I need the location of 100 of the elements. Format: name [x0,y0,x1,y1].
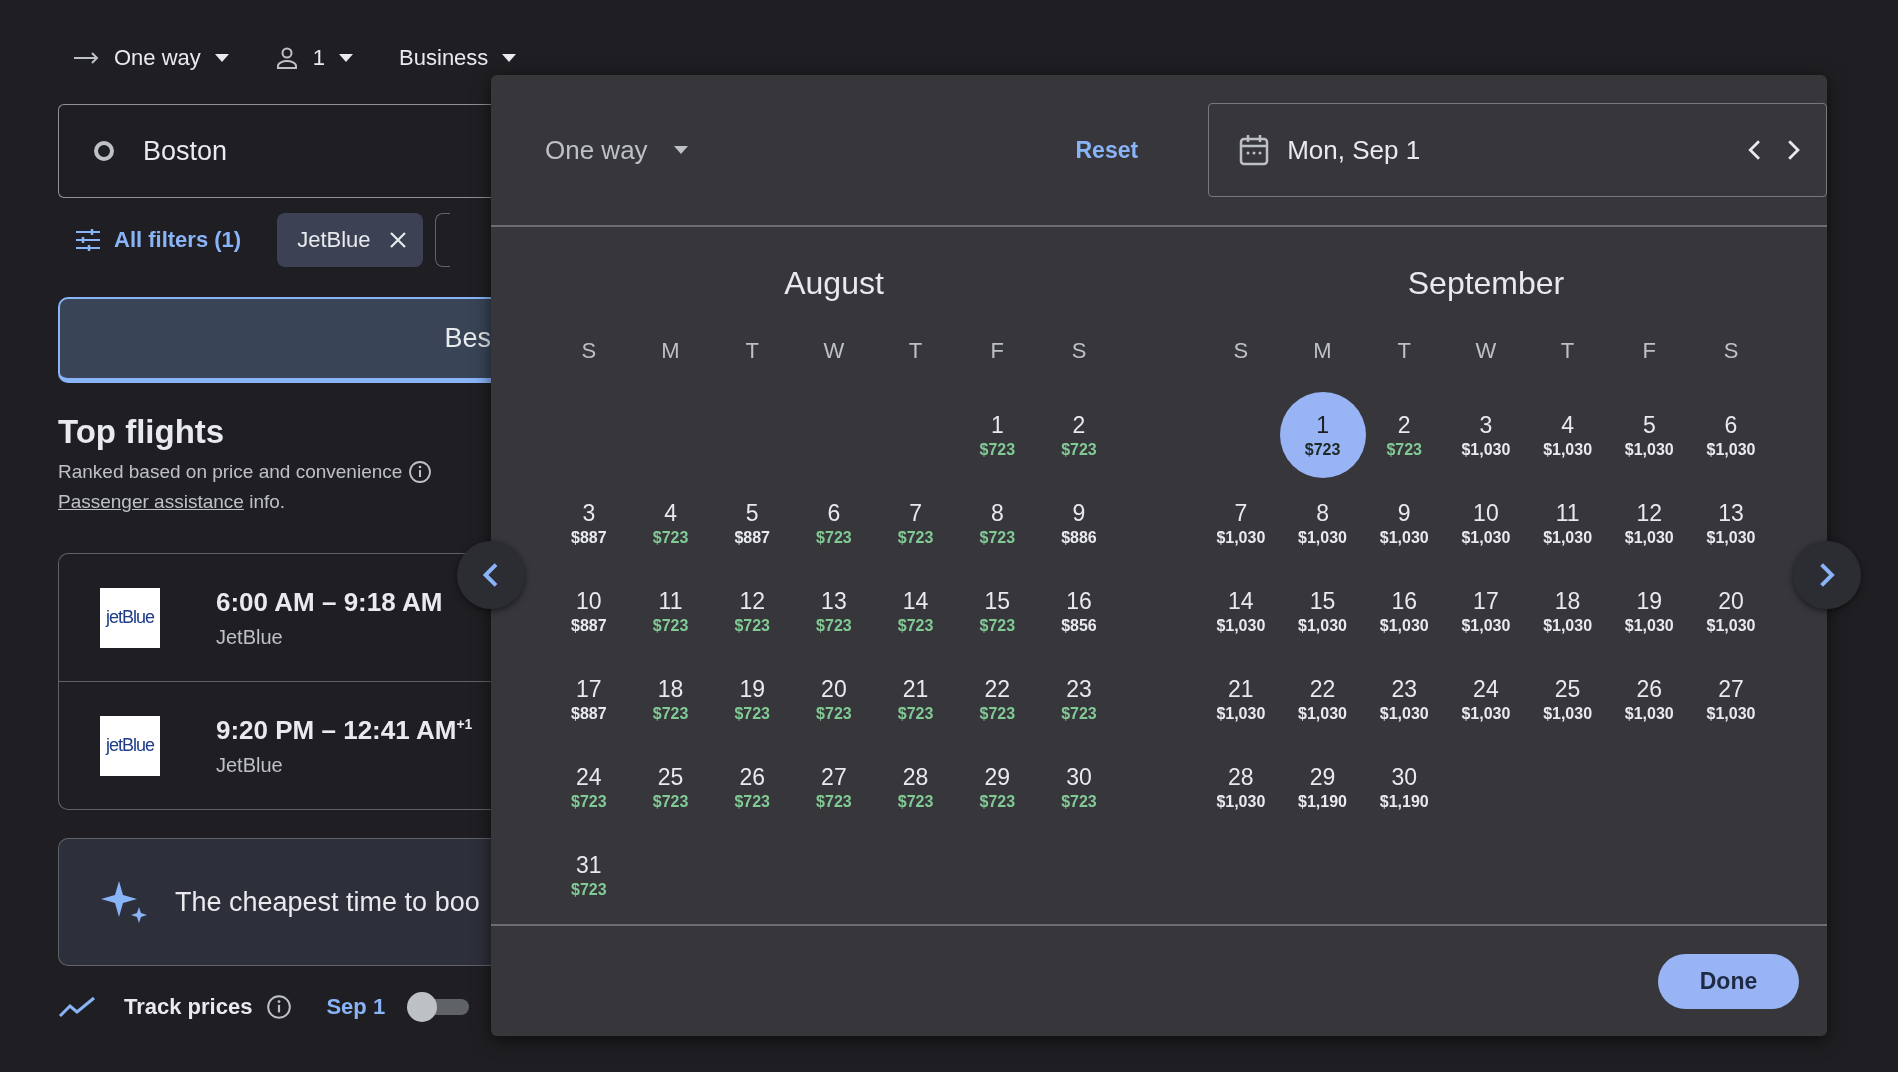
day-price: $723 [897,528,934,547]
trip-type-dropdown[interactable]: One way [545,134,957,166]
calendar-day[interactable]: 24 $1,030 [1447,661,1524,737]
calendar-day[interactable]: 11 $1,030 [1529,485,1606,561]
calendar-day[interactable]: 24 $723 [550,749,627,825]
day-number: 17 [576,675,602,703]
info-icon[interactable] [266,994,293,1020]
calendar-day[interactable]: 25 $1,030 [1529,661,1606,737]
filter-chip[interactable]: JetBlue [277,213,423,267]
day-number: 20 [1718,587,1744,615]
calendar-day[interactable]: 18 $1,030 [1529,573,1606,649]
calendar-day[interactable]: 3 $1,030 [1447,397,1524,473]
track-toggle[interactable] [407,992,470,1022]
calendar-day[interactable]: 30 $723 [1040,749,1117,825]
calendar-day[interactable]: 3 $887 [550,485,627,561]
weekday-label: S [1071,338,1087,364]
calendar-day[interactable]: 6 $1,030 [1692,397,1769,473]
calendar-day[interactable]: 11 $723 [632,573,709,649]
calendar-day[interactable]: 26 $1,030 [1611,661,1688,737]
calendar-day[interactable]: 20 $1,030 [1692,573,1769,649]
day-price: $1,030 [1461,704,1511,723]
calendar-day[interactable]: 18 $723 [632,661,709,737]
reset-button[interactable]: Reset [1075,136,1139,164]
all-filters-button[interactable]: All filters (1) [76,227,242,253]
calendar-day[interactable]: 7 $723 [877,485,954,561]
day-price: $723 [571,880,607,899]
calendar-day[interactable]: 15 $1,030 [1284,573,1361,649]
track-date: Sep 1 [326,994,386,1020]
calendar-day[interactable]: 28 $723 [877,749,954,825]
calendar-day[interactable]: 23 $723 [1040,661,1117,737]
day-price: $1,030 [1543,528,1593,547]
calendar-day[interactable]: 4 $1,030 [1529,397,1606,473]
calendar-day[interactable]: 29 $1,190 [1284,749,1361,825]
calendar-day[interactable]: 2 $723 [1040,397,1117,473]
calendar-day[interactable]: 9 $1,030 [1366,485,1443,561]
calendar-day[interactable]: 20 $723 [795,661,872,737]
day-number: 21 [1228,675,1254,703]
calendar-day[interactable]: 17 $1,030 [1447,573,1524,649]
next-date-button[interactable] [1786,139,1800,161]
calendar-day[interactable]: 12 $1,030 [1611,485,1688,561]
day-number: 26 [739,763,765,791]
calendar-day[interactable]: 19 $723 [714,661,791,737]
calendar-day[interactable]: 17 $887 [550,661,627,737]
calendar-day[interactable]: 13 $1,030 [1692,485,1769,561]
calendar-day[interactable]: 8 $723 [959,485,1036,561]
insight-text: The cheapest time to boo [175,886,480,918]
calendar-day[interactable]: 19 $1,030 [1611,573,1688,649]
calendar-day[interactable]: 5 $1,030 [1611,397,1688,473]
calendar-day[interactable]: 28 $1,030 [1202,749,1279,825]
flight-row[interactable]: jetBlue 6:00 AM – 9:18 AM JetBlue [59,554,491,681]
calendar-day[interactable]: 23 $1,030 [1366,661,1443,737]
calendar-day[interactable]: 16 $856 [1040,573,1117,649]
weekday-label: F [990,338,1004,364]
trip-type-dropdown[interactable]: One way [74,45,229,71]
sort-tab[interactable]: Bes [58,297,491,383]
calendar-day[interactable]: 7 $1,030 [1202,485,1279,561]
assistance-link[interactable]: Passenger assistance [58,491,244,512]
chevron-right-icon [1786,139,1800,161]
calendar-day[interactable]: 14 $723 [877,573,954,649]
calendar-day[interactable]: 15 $723 [959,573,1036,649]
flight-row[interactable]: jetBlue 9:20 PM – 12:41 AM$^{+1}$ JetBlue [59,681,491,809]
origin-field[interactable]: Boston [58,104,491,198]
cabin-class-dropdown[interactable]: Business [399,45,517,71]
calendar-day[interactable]: 21 $723 [877,661,954,737]
previous-date-button[interactable] [1747,139,1761,161]
day-price: $1,030 [1379,616,1429,635]
day-price: $1,190 [1298,792,1347,811]
info-icon[interactable] [408,460,433,484]
filter-chip[interactable] [434,213,450,267]
calendar-day[interactable]: 10 $887 [550,573,627,649]
calendar-day[interactable]: 13 $723 [795,573,872,649]
calendar-day[interactable]: 22 $1,030 [1284,661,1361,737]
done-button[interactable]: Done [1658,953,1799,1009]
calendar-day[interactable]: 5 $887 [714,485,791,561]
calendar-day[interactable]: 27 $1,030 [1692,661,1769,737]
calendar-day[interactable]: 26 $723 [714,749,791,825]
calendar-day[interactable]: 22 $723 [959,661,1036,737]
calendar-day[interactable]: 9 $886 [1040,485,1117,561]
calendar-day[interactable]: 31 $723 [550,837,627,913]
calendar-day[interactable]: 10 $1,030 [1447,485,1524,561]
calendar-day[interactable]: 12 $723 [714,573,791,649]
calendar-day[interactable]: 2 $723 [1366,397,1443,473]
calendar-day[interactable]: 8 $1,030 [1284,485,1361,561]
caret-icon [214,54,229,62]
calendar-day[interactable]: 1 $723 [1279,392,1366,478]
calendar-day[interactable]: 16 $1,030 [1366,573,1443,649]
calendar-day[interactable]: 14 $1,030 [1202,573,1279,649]
day-price: $1,030 [1706,528,1756,547]
calendar-day[interactable]: 6 $723 [795,485,872,561]
date-field[interactable]: Mon, Sep 1 [1208,103,1827,197]
calendar-day[interactable]: 1 $723 [959,397,1036,473]
calendar-day[interactable]: 27 $723 [795,749,872,825]
close-icon [388,231,407,249]
passengers-dropdown[interactable]: 1 [274,45,354,71]
calendar-day[interactable]: 29 $723 [959,749,1036,825]
calendar-day[interactable]: 21 $1,030 [1202,661,1279,737]
day-price: $1,030 [1624,704,1674,723]
calendar-day[interactable]: 25 $723 [632,749,709,825]
calendar-day[interactable]: 30 $1,190 [1366,749,1443,825]
calendar-day[interactable]: 4 $723 [632,485,709,561]
